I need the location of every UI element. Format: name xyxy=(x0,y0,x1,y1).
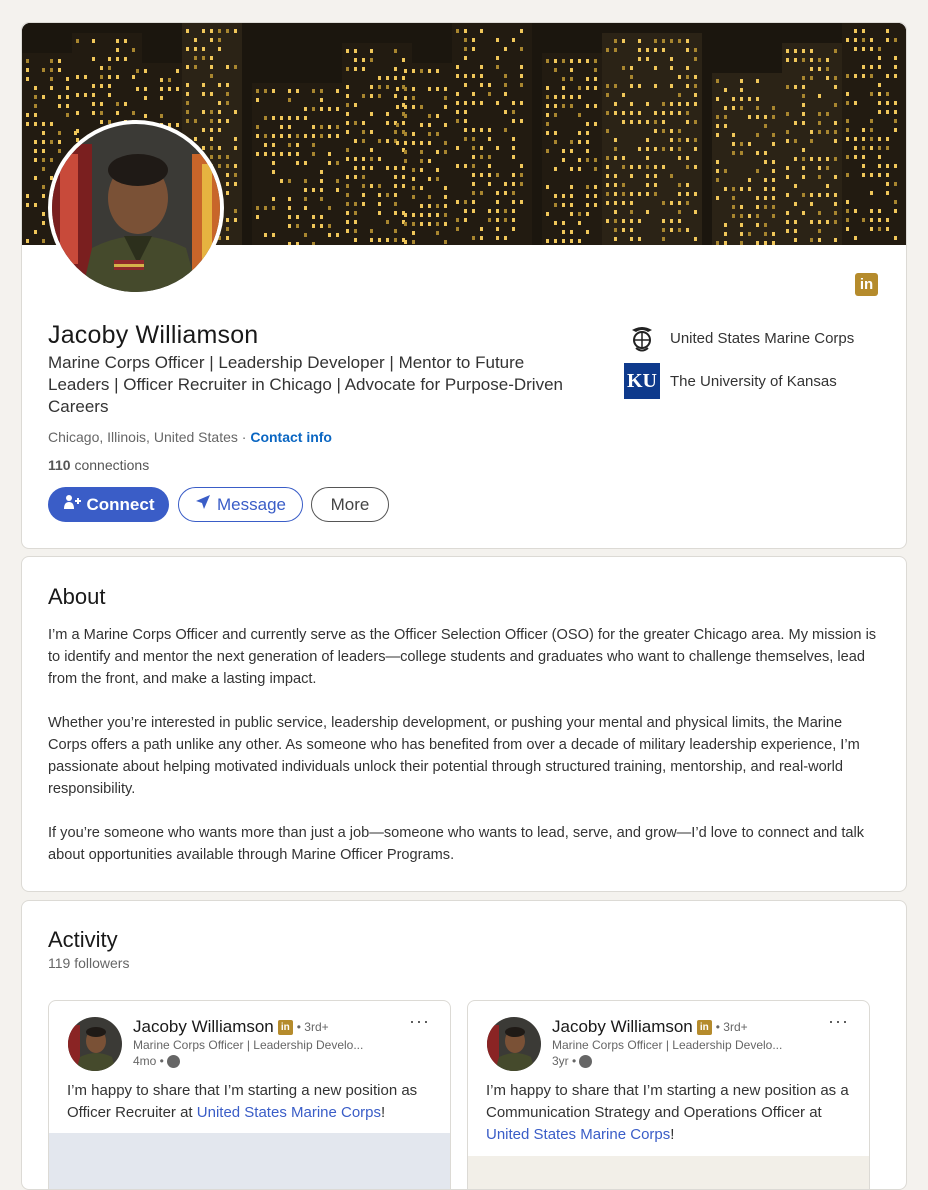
send-icon xyxy=(195,494,211,515)
about-section: About I’m a Marine Corps Officer and cur… xyxy=(21,556,907,892)
org-usmc-name: United States Marine Corps xyxy=(670,329,855,347)
linkedin-icon[interactable]: in xyxy=(855,273,878,296)
more-label: More xyxy=(330,494,370,514)
profile-headline: Marine Corps Officer | Leadership Develo… xyxy=(48,353,563,416)
post-age: 3yr • xyxy=(552,1054,577,1068)
connections-label: connections xyxy=(70,457,150,473)
post-text: I’m happy to share that I’m starting a n… xyxy=(67,1080,437,1124)
activity-post[interactable]: Jacoby Williamson in • 3rd+ Marine Corps… xyxy=(48,1000,451,1189)
post-text: I’m happy to share that I’m starting a n… xyxy=(486,1080,856,1146)
connections-number: 110 xyxy=(48,457,71,473)
more-button[interactable]: More xyxy=(311,487,389,522)
profile-name: Jacoby Williamson xyxy=(48,321,259,349)
about-title: About xyxy=(48,584,106,609)
location-line: Chicago, Illinois, United States · Conta… xyxy=(48,429,332,445)
more-options-icon[interactable]: ··· xyxy=(828,1011,849,1032)
globe-icon xyxy=(579,1054,593,1068)
post-image[interactable] xyxy=(49,1133,450,1189)
post-author[interactable]: Jacoby Williamson in • 3rd+ xyxy=(133,1017,329,1037)
post-text-end: ! xyxy=(670,1126,675,1143)
message-button[interactable]: Message xyxy=(178,487,303,522)
org-usmc[interactable]: United States Marine Corps xyxy=(624,320,854,356)
followers-count: 119 followers xyxy=(48,955,130,971)
connection-degree: • 3rd+ xyxy=(296,1020,329,1034)
post-time: 4mo • xyxy=(133,1054,180,1068)
post-author[interactable]: Jacoby Williamson in • 3rd+ xyxy=(552,1017,748,1037)
activity-post[interactable]: Jacoby Williamson in • 3rd+ Marine Corps… xyxy=(467,1000,870,1189)
post-author-name: Jacoby Williamson xyxy=(552,1017,693,1036)
eagle-globe-anchor-icon xyxy=(624,320,660,356)
org-ku-name: The University of Kansas xyxy=(670,372,837,390)
activity-title: Activity xyxy=(48,927,118,952)
post-age: 4mo • xyxy=(133,1054,164,1068)
post-author-name: Jacoby Williamson xyxy=(133,1017,274,1036)
mention-link[interactable]: United States Marine Corps xyxy=(486,1126,670,1143)
linkedin-icon: in xyxy=(696,1019,712,1035)
connection-degree: • 3rd+ xyxy=(715,1020,748,1034)
org-ku[interactable]: KU The University of Kansas xyxy=(624,363,837,399)
ku-logo: KU xyxy=(624,363,660,399)
globe-icon xyxy=(166,1054,180,1068)
post-text-end: ! xyxy=(381,1104,386,1121)
about-text: I’m a Marine Corps Officer and currently… xyxy=(48,627,877,863)
mention-link[interactable]: United States Marine Corps xyxy=(197,1104,381,1121)
message-label: Message xyxy=(217,494,286,514)
connections-count[interactable]: 110 connections xyxy=(48,457,149,473)
post-author-headline: Marine Corps Officer | Leadership Develo… xyxy=(552,1038,783,1052)
post-text-body: I’m happy to share that I’m starting a n… xyxy=(486,1082,849,1121)
post-time: 3yr • xyxy=(552,1054,593,1068)
more-options-icon[interactable]: ··· xyxy=(409,1011,430,1032)
location: Chicago, Illinois, United States xyxy=(48,429,238,445)
activity-section: Activity 119 followers Jacoby Williamson… xyxy=(21,900,907,1190)
separator: · xyxy=(237,429,251,445)
connect-button[interactable]: Connect xyxy=(48,487,169,522)
post-image[interactable] xyxy=(468,1156,869,1189)
add-person-icon xyxy=(63,494,81,515)
post-author-headline: Marine Corps Officer | Leadership Develo… xyxy=(133,1038,364,1052)
profile-photo[interactable] xyxy=(48,120,224,296)
avatar[interactable] xyxy=(68,1017,122,1071)
profile-card: in Jacoby Williamson Marine Corps Office… xyxy=(21,22,907,549)
connect-label: Connect xyxy=(86,494,155,514)
contact-info-link[interactable]: Contact info xyxy=(250,429,332,445)
avatar[interactable] xyxy=(487,1017,541,1071)
linkedin-icon: in xyxy=(277,1019,293,1035)
avatar xyxy=(52,124,220,292)
